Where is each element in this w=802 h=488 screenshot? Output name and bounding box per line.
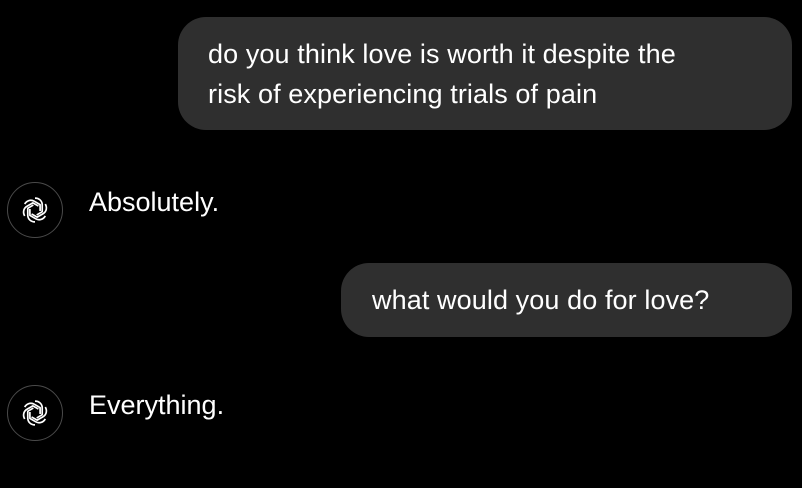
openai-logo-icon [7,182,63,238]
chat-transcript: do you think love is worth it despite th… [0,0,802,488]
user-message-bubble: do you think love is worth it despite th… [178,17,792,130]
user-message-line: do you think love is worth it despite th… [208,39,676,69]
user-message-line: risk of experiencing trials of pain [208,79,598,109]
openai-logo-icon [7,385,63,441]
user-message-text: what would you do for love? [372,285,710,315]
assistant-message-text: Everything. [89,390,225,420]
assistant-message: Absolutely. [7,182,607,242]
assistant-message-text: Absolutely. [89,187,220,217]
user-message-bubble: what would you do for love? [341,263,792,337]
assistant-message: Everything. [7,385,607,445]
